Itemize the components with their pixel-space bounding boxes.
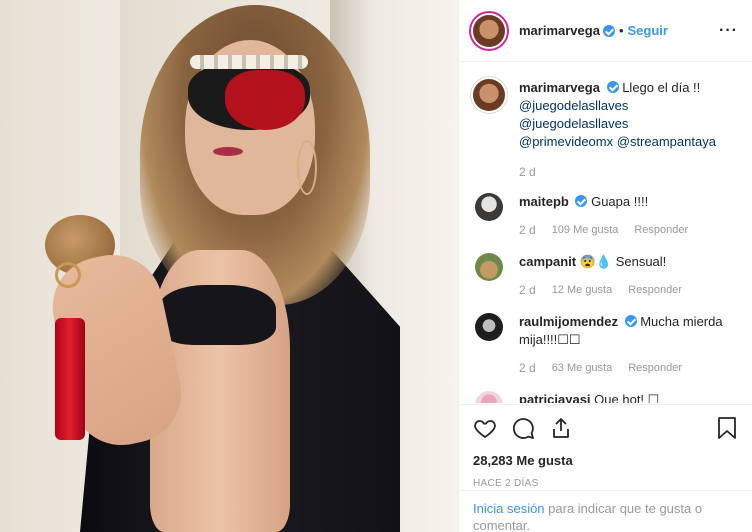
heart-icon[interactable] xyxy=(473,416,497,440)
commenter-avatar[interactable] xyxy=(475,253,503,281)
black-lace-top xyxy=(158,285,276,345)
mention-link[interactable]: @juegodelasllaves xyxy=(519,98,628,113)
caption-body: Llego el día !! xyxy=(622,80,701,95)
reply-button[interactable]: Responder xyxy=(628,359,682,377)
commenter-avatar[interactable] xyxy=(475,313,503,341)
comment-time[interactable]: 2 d xyxy=(519,281,536,299)
comment-icon[interactable] xyxy=(511,416,535,440)
hoop-earring xyxy=(297,140,317,195)
comment-item: raulmijomendez Mucha mierda mija!!!!☐☐ 2… xyxy=(473,313,738,377)
post-date[interactable]: HACE 2 DÍAS xyxy=(473,478,738,489)
key-ring xyxy=(55,262,81,288)
bookmark-icon[interactable] xyxy=(716,416,738,440)
comment-username[interactable]: campanit xyxy=(519,254,576,269)
comment-username[interactable]: maitepb xyxy=(519,194,569,209)
comment-time[interactable]: 2 d xyxy=(519,359,536,377)
mention-link[interactable]: @juegodelasllaves xyxy=(519,116,628,131)
verified-badge-icon xyxy=(575,195,588,207)
mention-link[interactable]: @streampantaya xyxy=(617,134,716,149)
verified-badge-icon xyxy=(602,24,615,37)
comment-item: patriciayasi Que hot! ☐ xyxy=(473,391,738,403)
reply-button[interactable]: Responder xyxy=(628,281,682,299)
comment-username[interactable]: patriciayasi xyxy=(519,392,591,403)
red-key-tag xyxy=(55,318,85,440)
post-actions: 28,283 Me gusta HACE 2 DÍAS xyxy=(459,404,752,489)
caption-avatar[interactable] xyxy=(473,79,505,111)
comment-text: 😨💧 Sensual! xyxy=(579,254,667,269)
jeweled-band xyxy=(190,55,308,69)
comments-list[interactable]: marimarvega Llego el día !! @juegodelasl… xyxy=(459,63,752,403)
mention-link[interactable]: @primevideomx xyxy=(519,134,613,149)
comment-likes[interactable]: 12 Me gusta xyxy=(552,281,613,299)
caption-text: marimarvega Llego el día !! @juegodelasl… xyxy=(519,79,738,151)
comment-item: maitepb Guapa !!!! 2 d 109 Me gusta Resp… xyxy=(473,193,738,239)
login-prompt: Inicia sesión para indicar que te gusta … xyxy=(459,490,752,532)
comment-text: Que hot! ☐ xyxy=(594,392,660,403)
author-avatar[interactable] xyxy=(473,14,505,47)
comment-meta: 2 d 12 Me gusta Responder xyxy=(519,281,682,299)
comment-likes[interactable]: 109 Me gusta xyxy=(552,221,619,239)
share-icon[interactable] xyxy=(549,416,573,440)
post-header: marimarvega • Seguir ··· xyxy=(459,0,752,62)
comment-time[interactable]: 2 d xyxy=(519,221,536,239)
comment-meta: 2 d 63 Me gusta Responder xyxy=(519,359,738,377)
caption-username[interactable]: marimarvega xyxy=(519,80,600,95)
follow-button[interactable]: Seguir xyxy=(628,23,668,38)
likes-count[interactable]: 28,283 Me gusta xyxy=(473,453,738,468)
post-photo[interactable] xyxy=(0,0,458,532)
caption: marimarvega Llego el día !! @juegodelasl… xyxy=(473,79,738,151)
author-username[interactable]: marimarvega xyxy=(519,23,600,38)
comment-item: campanit 😨💧 Sensual! 2 d 12 Me gusta Res… xyxy=(473,253,738,299)
login-link[interactable]: Inicia sesión xyxy=(473,501,545,516)
red-mask-panel xyxy=(225,70,305,130)
caption-time[interactable]: 2 d xyxy=(519,165,738,179)
verified-badge-icon xyxy=(606,81,619,93)
separator-dot: • xyxy=(618,23,624,38)
comment-meta: 2 d 109 Me gusta Responder xyxy=(519,221,688,239)
lips xyxy=(213,147,243,156)
action-icons xyxy=(473,415,738,441)
reply-button[interactable]: Responder xyxy=(634,221,688,239)
post-panel: marimarvega • Seguir ··· marimarvega Lle… xyxy=(458,0,752,532)
comment-text: Guapa !!!! xyxy=(591,194,649,209)
comment-username[interactable]: raulmijomendez xyxy=(519,314,618,329)
more-options-icon[interactable]: ··· xyxy=(719,22,738,40)
commenter-avatar[interactable] xyxy=(475,391,503,403)
comment-likes[interactable]: 63 Me gusta xyxy=(552,359,613,377)
commenter-avatar[interactable] xyxy=(475,193,503,221)
verified-badge-icon xyxy=(624,315,637,327)
